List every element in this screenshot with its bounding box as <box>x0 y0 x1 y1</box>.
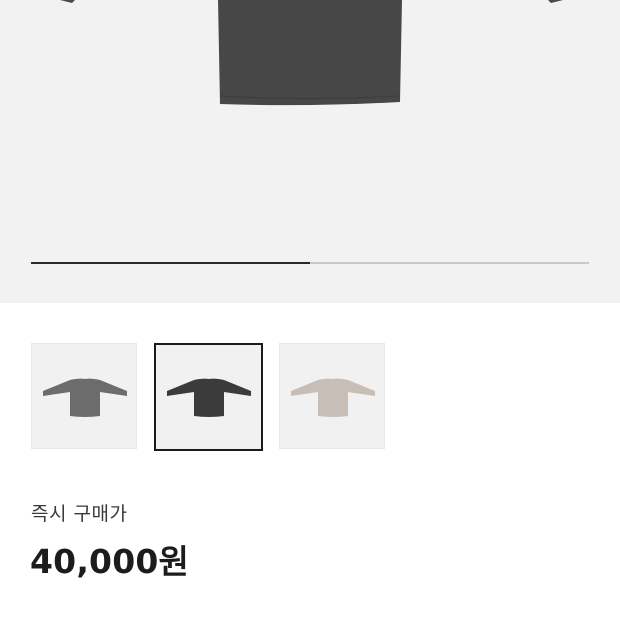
shirt-charcoal-image <box>167 378 251 417</box>
gallery-progress-fill <box>31 262 310 264</box>
instant-buy-price-label: 즉시 구매가 <box>31 503 128 525</box>
product-image-gallery[interactable] <box>0 0 620 303</box>
thumbnail-beige[interactable] <box>279 343 385 449</box>
thumbnail-gray[interactable] <box>31 343 137 449</box>
shirt-body <box>218 0 402 106</box>
left-cuff <box>60 0 75 3</box>
thumbnail-charcoal[interactable] <box>154 343 263 451</box>
shirt-gray-image <box>43 378 127 417</box>
shirt-beige-image <box>291 378 375 417</box>
product-detail-page: 즉시 구매가 40,000원 <box>0 0 620 620</box>
gallery-progress-bar <box>31 262 589 264</box>
product-main-image <box>60 0 563 106</box>
right-cuff <box>548 0 563 3</box>
instant-buy-price: 40,000원 <box>30 542 190 581</box>
